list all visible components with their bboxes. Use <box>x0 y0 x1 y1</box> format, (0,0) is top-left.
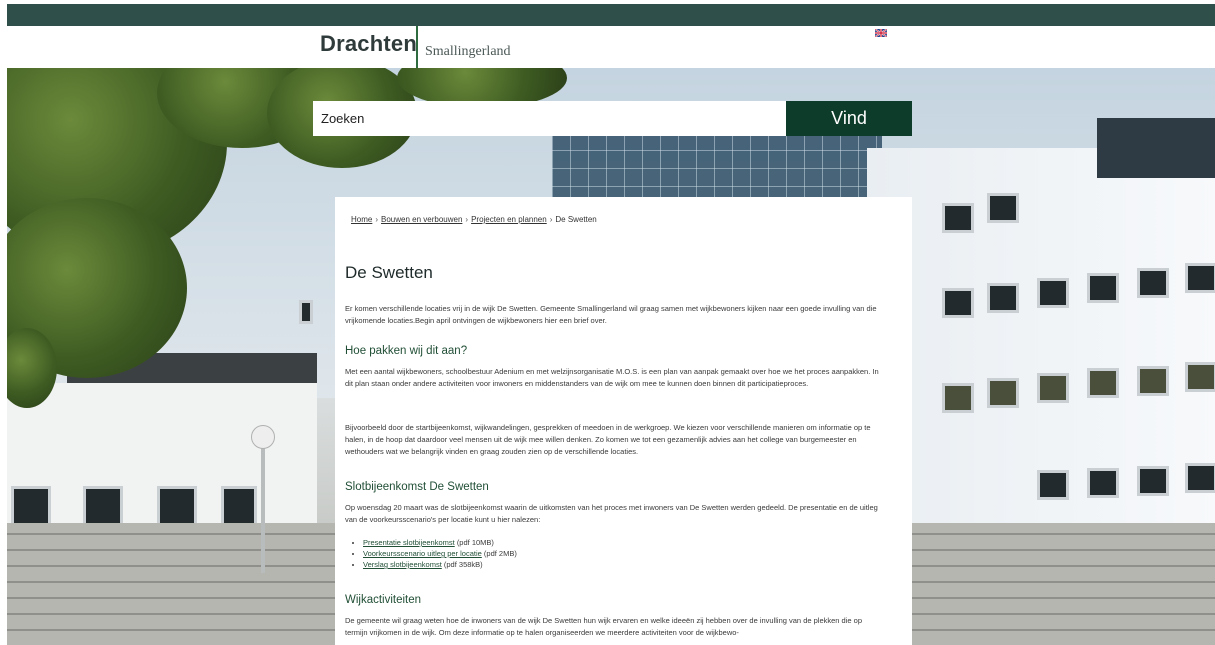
aanpak-paragraph-1: Met een aantal wijkbewoners, schoolbestu… <box>345 367 879 388</box>
logo-smallingerland[interactable]: Smallingerland <box>425 44 511 60</box>
window <box>987 378 1019 408</box>
window <box>1137 466 1169 496</box>
english-flag-icon[interactable] <box>874 28 888 40</box>
breadcrumb-separator: › <box>549 215 553 224</box>
link-meta: (pdf 358kB) <box>443 560 483 569</box>
slotbijeenkomst-paragraph: Op woensdag 20 maart was de slotbijeenko… <box>345 503 878 524</box>
top-bar <box>7 4 1215 26</box>
search-button[interactable]: Vind <box>786 101 912 136</box>
window <box>942 383 974 413</box>
intro-paragraph: Er komen verschillende locaties vrij in … <box>345 304 877 325</box>
window <box>1087 273 1119 303</box>
street-lamp <box>261 433 265 573</box>
window <box>1087 468 1119 498</box>
aanpak-paragraph-2: Bijvoorbeeld door de startbijeenkomst, w… <box>345 423 871 456</box>
breadcrumb-projecten[interactable]: Projecten en plannen <box>471 215 547 224</box>
list-item: Verslag slotbijeenkomst (pdf 358kB) <box>363 559 517 570</box>
window <box>987 193 1019 223</box>
breadcrumb-separator: › <box>465 215 469 224</box>
breadcrumb-home[interactable]: Home <box>351 215 372 224</box>
logo-divider <box>416 26 418 68</box>
window <box>1087 368 1119 398</box>
link-meta: (pdf 10MB) <box>456 538 494 547</box>
document-links: Presentatie slotbijeenkomst (pdf 10MB) V… <box>353 537 517 570</box>
section-heading-aanpak: Hoe pakken wij dit aan? <box>345 345 468 357</box>
window <box>1185 263 1215 293</box>
wijkactiviteiten-paragraph: De gemeente wil graag weten hoe de inwon… <box>345 616 862 637</box>
window <box>221 486 257 526</box>
search-input[interactable] <box>313 101 786 136</box>
building-right-top <box>1097 118 1215 178</box>
logo-drachten[interactable]: Drachten <box>320 31 417 57</box>
page-title: De Swetten <box>345 263 433 282</box>
building-right <box>867 148 1215 568</box>
link-presentatie[interactable]: Presentatie slotbijeenkomst <box>363 538 455 547</box>
street-lamp-head <box>251 425 275 449</box>
link-verslag[interactable]: Verslag slotbijeenkomst <box>363 560 442 569</box>
window <box>1037 470 1069 500</box>
list-item: Presentatie slotbijeenkomst (pdf 10MB) <box>363 537 517 548</box>
search-bar: Vind <box>313 101 912 136</box>
window <box>1185 362 1215 392</box>
breadcrumb-current: De Swetten <box>555 215 597 224</box>
window <box>987 283 1019 313</box>
window <box>1137 268 1169 298</box>
window <box>1037 278 1069 308</box>
window <box>942 288 974 318</box>
window <box>1185 463 1215 493</box>
breadcrumb: Home › Bouwen en verbouwen › Projecten en pl… <box>351 215 597 224</box>
link-voorkeursscenario[interactable]: Voorkeursscenario uitleg per locatie <box>363 549 482 558</box>
section-heading-slotbijeenkomst: Slotbijeenkomst De Swetten <box>345 481 489 493</box>
link-meta: (pdf 2MB) <box>483 549 517 558</box>
list-item: Voorkeursscenario uitleg per locatie (pd… <box>363 548 517 559</box>
section-heading-wijkactiviteiten: Wijkactiviteiten <box>345 594 422 606</box>
content-panel: Home › Bouwen en verbouwen › Projecten en pl… <box>335 197 912 645</box>
site-header: Drachten Smallingerland <box>7 26 1215 68</box>
window <box>299 300 313 324</box>
breadcrumb-separator: › <box>375 215 379 224</box>
window <box>1137 366 1169 396</box>
breadcrumb-bouwen[interactable]: Bouwen en verbouwen <box>381 215 462 224</box>
window <box>1037 373 1069 403</box>
window <box>942 203 974 233</box>
